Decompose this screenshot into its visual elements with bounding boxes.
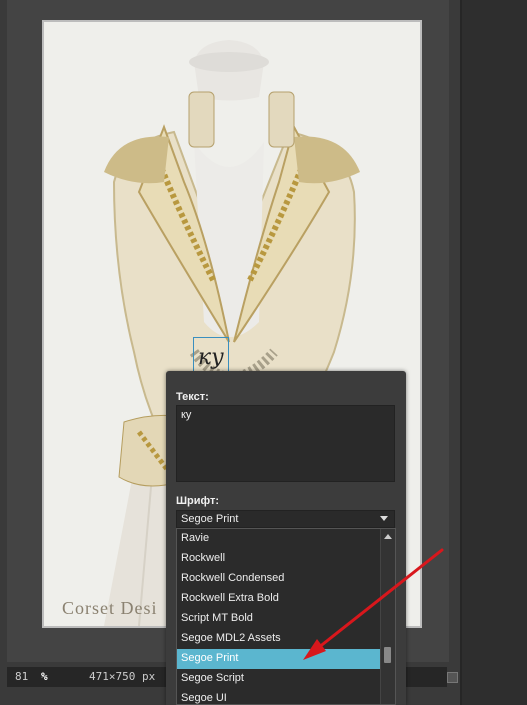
text-input[interactable]: ку [176, 405, 395, 482]
image-size-label: 471×750 px [89, 670, 156, 683]
font-label: Шрифт: [176, 495, 220, 507]
font-select[interactable]: Segoe Print [176, 510, 395, 528]
text-label: Текст: [176, 391, 209, 403]
font-option[interactable]: Script MT Bold [177, 609, 380, 629]
font-option[interactable]: Ravie [177, 529, 380, 549]
font-option[interactable]: Segoe MDL2 Assets [177, 629, 380, 649]
panel-divider [460, 0, 462, 705]
font-option[interactable]: Rockwell Extra Bold [177, 589, 380, 609]
scroll-up-icon[interactable] [384, 534, 392, 539]
font-select-value: Segoe Print [181, 513, 239, 525]
font-option[interactable]: Segoe Print [177, 649, 380, 669]
zoom-unit: % [41, 670, 48, 683]
zoom-value[interactable]: 81 [15, 670, 28, 683]
scroll-thumb[interactable] [384, 647, 391, 663]
font-dropdown-list[interactable]: Ravie Rockwell Rockwell Condensed Rockwe… [176, 528, 396, 705]
font-option[interactable]: Rockwell [177, 549, 380, 569]
resize-grip-icon[interactable] [447, 672, 458, 683]
text-tool-panel: Текст: ку Шрифт: Segoe Print Ravie Rockw… [166, 371, 406, 705]
watermark-text: Corset Desi [62, 598, 158, 618]
chevron-down-icon[interactable] [380, 516, 388, 521]
font-option[interactable]: Segoe Script [177, 669, 380, 689]
font-option[interactable]: Segoe UI [177, 689, 380, 704]
font-option[interactable]: Rockwell Condensed [177, 569, 380, 589]
font-list-scrollbar[interactable] [380, 529, 395, 704]
